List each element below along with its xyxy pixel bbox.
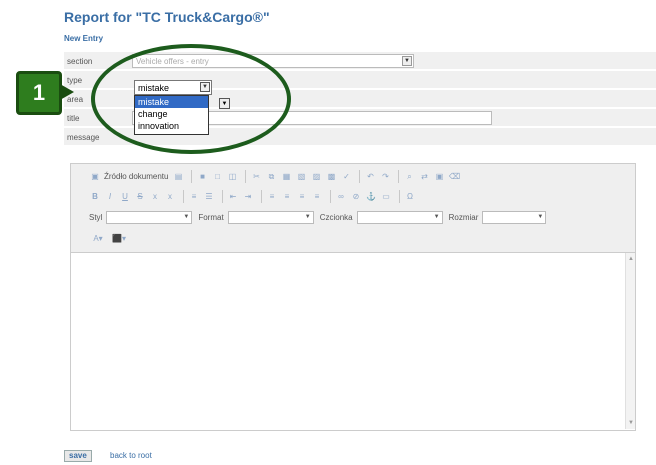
redo-icon[interactable]: ↷ (379, 171, 391, 183)
toolbar-row-1: ▣ Źródło dokumentu ▤ ■ □ ◫ ✂ ⧉ ▦ ▧ ▨ ▩ ✓… (89, 168, 463, 185)
special-char-icon[interactable]: Ω (404, 191, 416, 203)
bulleted-list-icon[interactable]: ☰ (203, 191, 215, 203)
source-icon[interactable]: ▣ (89, 171, 101, 183)
bold-icon[interactable]: B (89, 191, 101, 203)
toolbar-divider (191, 170, 193, 183)
font-label: Czcionka (319, 213, 353, 222)
cut-icon[interactable]: ✂ (250, 171, 262, 183)
toolbar-row-2: B I U S x x ≡ ☰ ⇤ ⇥ ≡ ≡ ≡ ≡ ∞ ⊘ ⚓ ▭ Ω (89, 188, 419, 205)
floppy-icon[interactable]: ■ (196, 171, 208, 183)
message-label: message (67, 133, 100, 142)
replace-icon[interactable]: ⇄ (418, 171, 430, 183)
copy-icon[interactable]: ⧉ (265, 171, 277, 183)
section-label: section (67, 57, 93, 66)
find-icon[interactable]: ⌕ (403, 171, 415, 183)
style-combo[interactable]: ▼ (106, 211, 193, 224)
size-combo[interactable]: ▼ (482, 211, 547, 224)
indent-icon[interactable]: ⇥ (242, 191, 254, 203)
background-color-icon[interactable]: ⬛▾ (110, 233, 128, 245)
scroll-up-icon[interactable]: ▲ (627, 255, 635, 263)
chevron-down-icon: ▼ (304, 214, 311, 220)
align-center-icon[interactable]: ≡ (281, 191, 293, 203)
toolbar-divider (183, 190, 184, 203)
format-combo[interactable]: ▼ (227, 211, 314, 224)
eraser-icon[interactable]: ⌫ (448, 171, 460, 183)
toolbar-divider (359, 170, 361, 183)
underline-icon[interactable]: U (119, 191, 131, 203)
back-to-root-link[interactable]: back to root (110, 451, 152, 460)
save-button[interactable]: save (64, 450, 92, 462)
subscript-icon[interactable]: x (149, 191, 161, 203)
title-label: title (67, 114, 80, 123)
spellcheck-icon[interactable]: ✓ (340, 171, 352, 183)
toolbar-divider (261, 190, 262, 203)
align-left-icon[interactable]: ≡ (266, 191, 278, 203)
link-icon[interactable]: ∞ (335, 191, 347, 203)
paste-icon[interactable]: ▦ (280, 171, 292, 183)
page-subtitle: New Entry (64, 34, 104, 43)
toolbar-divider (245, 170, 247, 183)
italic-icon[interactable]: I (104, 191, 116, 203)
paste-word-icon[interactable]: ▨ (310, 171, 322, 183)
scroll-down-icon[interactable]: ▼ (627, 419, 635, 427)
select-all-icon[interactable]: ▣ (433, 171, 445, 183)
toolbar-row-3: Styl ▼ Format ▼ Czcionka ▼ Rozmiar ▼ (89, 209, 552, 226)
image-icon[interactable]: ▭ (380, 191, 392, 203)
new-page-icon[interactable]: □ (211, 171, 223, 183)
chevron-down-icon: ▼ (183, 214, 190, 220)
toolbar-divider (222, 190, 223, 203)
callout-pointer (60, 84, 74, 100)
numbered-list-icon[interactable]: ≡ (188, 191, 200, 203)
anchor-icon[interactable]: ⚓ (365, 191, 377, 203)
text-color-icon[interactable]: A▾ (89, 233, 107, 245)
page-title: Report for "TC Truck&Cargo®" (64, 9, 270, 25)
size-label: Rozmiar (448, 213, 479, 222)
chevron-down-icon: ▼ (433, 214, 440, 220)
toolbar-divider (398, 170, 400, 183)
editor-content-area[interactable]: ▲ ▼ (71, 252, 635, 430)
style-label: Styl (89, 213, 103, 222)
undo-icon[interactable]: ↶ (364, 171, 376, 183)
rich-text-editor: ▣ Źródło dokumentu ▤ ■ □ ◫ ✂ ⧉ ▦ ▧ ▨ ▩ ✓… (70, 163, 636, 431)
chevron-down-icon: ▼ (537, 214, 544, 220)
superscript-icon[interactable]: x (164, 191, 176, 203)
editor-toolbar: ▣ Źródło dokumentu ▤ ■ □ ◫ ✂ ⧉ ▦ ▧ ▨ ▩ ✓… (71, 164, 635, 252)
format-label: Format (198, 213, 224, 222)
font-combo[interactable]: ▼ (356, 211, 443, 224)
toolbar-divider (330, 190, 331, 203)
align-right-icon[interactable]: ≡ (296, 191, 308, 203)
highlight-ellipse (91, 44, 291, 154)
paste-text-icon[interactable]: ▧ (295, 171, 307, 183)
step-badge: 1 (16, 71, 62, 115)
toolbar-row-4: A▾ ⬛▾ (89, 230, 131, 247)
source-button[interactable]: Źródło dokumentu (104, 172, 168, 181)
outdent-icon[interactable]: ⇤ (227, 191, 239, 203)
preview-icon[interactable]: ◫ (226, 171, 238, 183)
save-doc-icon[interactable]: ▤ (172, 171, 184, 183)
print-icon[interactable]: ▩ (325, 171, 337, 183)
editor-scrollbar[interactable]: ▲ ▼ (625, 253, 635, 429)
chevron-down-icon: ▼ (402, 56, 412, 66)
unlink-icon[interactable]: ⊘ (350, 191, 362, 203)
strikethrough-icon[interactable]: S (134, 191, 146, 203)
toolbar-divider (399, 190, 400, 203)
align-justify-icon[interactable]: ≡ (311, 191, 323, 203)
